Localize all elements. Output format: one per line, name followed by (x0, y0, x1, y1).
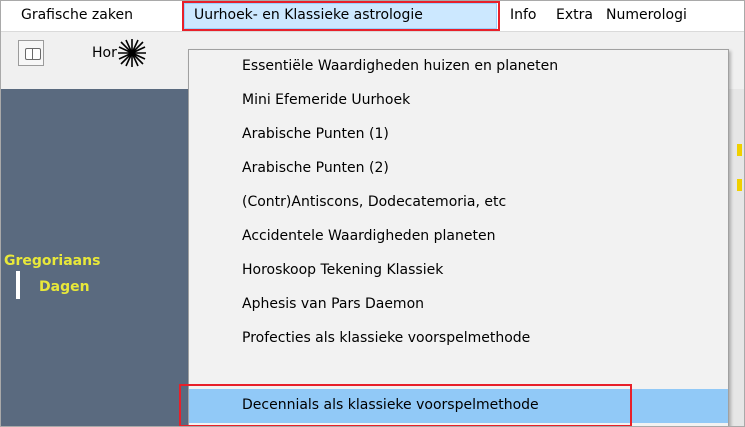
left-panel: Gregoriaans Dagen (1, 89, 189, 426)
menu-numerologie[interactable]: Numerologi (606, 7, 687, 23)
calendar-type-label: Gregoriaans (4, 253, 101, 269)
dropdown-item-label: Accidentele Waardigheden planeten (242, 228, 496, 244)
dropdown-item[interactable]: Horoskoop Tekening Klassiek (189, 254, 728, 288)
dropdown-item[interactable]: Mini Efemeride Uurhoek (189, 84, 728, 118)
menu-grafische-zaken[interactable]: Grafische zaken (21, 7, 133, 23)
dropdown-item-label: (Contr)Antiscons, Dodecatemoria, etc (242, 194, 507, 210)
right-yellow-marker (737, 179, 742, 191)
menu-info[interactable]: Info (510, 7, 537, 23)
dropdown-item-label: Arabische Punten (1) (242, 126, 389, 142)
dropdown-item[interactable]: Accidentele Waardigheden planeten (189, 220, 728, 254)
dropdown-item[interactable]: (Contr)Antiscons, Dodecatemoria, etc (189, 186, 728, 220)
menu-extra[interactable]: Extra (556, 7, 593, 23)
horoscope-star-icon[interactable] (117, 38, 147, 68)
dropdown-item[interactable]: Arabische Punten (1) (189, 118, 728, 152)
dropdown-item-label: Mini Efemeride Uurhoek (242, 92, 411, 108)
dropdown-item-label: Arabische Punten (2) (242, 160, 389, 176)
dropdown-item-label: Aphesis van Pars Daemon (242, 296, 425, 312)
dagen-option[interactable]: Dagen (39, 279, 90, 295)
horoscope-label[interactable]: Hor (92, 45, 117, 61)
dropdown-item[interactable]: Arabische Punten (2) (189, 152, 728, 186)
app-window: Grafische zaken Uurhoek- en Klassieke as… (0, 0, 745, 427)
selected-item-highlight-box (179, 384, 632, 426)
dropdown-item[interactable]: Aphesis van Pars Daemon (189, 288, 728, 322)
right-yellow-marker (737, 144, 742, 156)
dropdown-item-label: Essentiële Waardigheden huizen en planet… (242, 58, 559, 74)
dropdown-item[interactable]: Profecties als klassieke voorspelmethode (189, 322, 728, 356)
book-button[interactable] (18, 40, 44, 66)
dropdown-item[interactable]: Essentiële Waardigheden huizen en planet… (189, 50, 728, 84)
astrology-dropdown-menu: Essentiële Waardigheden huizen en planet… (188, 49, 729, 426)
menu-bar: Grafische zaken Uurhoek- en Klassieke as… (1, 1, 744, 32)
dropdown-item-label: Horoskoop Tekening Klassiek (242, 262, 444, 278)
dropdown-item-label: Profecties als klassieke voorspelmethode (242, 330, 531, 346)
dagen-indicator (16, 271, 20, 299)
menu-highlight-box (182, 1, 500, 31)
book-icon (25, 48, 41, 60)
